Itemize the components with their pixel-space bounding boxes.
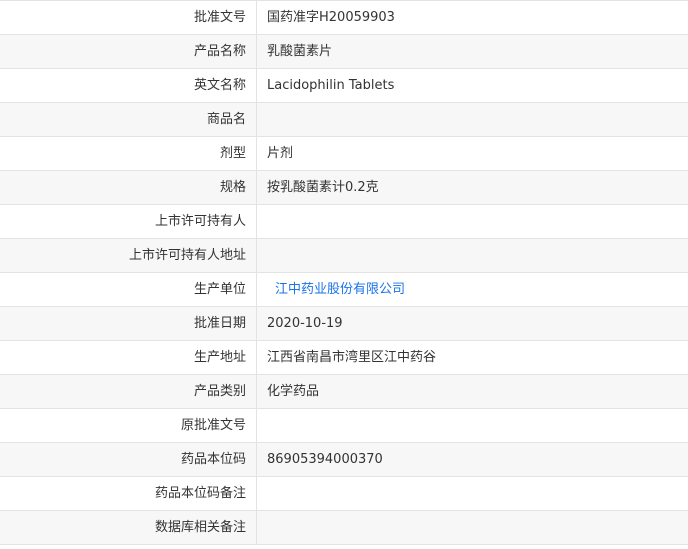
- value-mah-address: [257, 239, 688, 272]
- row-trade-name: 商品名: [0, 103, 688, 137]
- label-mah: 上市许可持有人: [0, 205, 257, 238]
- label-database-note: 数据库相关备注: [0, 511, 257, 544]
- value-specification: 按乳酸菌素计0.2克: [267, 180, 379, 195]
- label-dosage-form: 剂型: [0, 137, 257, 170]
- label-approval-date: 批准日期: [0, 307, 257, 340]
- row-approval-date: 批准日期 2020-10-19: [0, 307, 688, 341]
- manufacturer-link[interactable]: 江中药业股份有限公司: [267, 282, 405, 297]
- value-approval-number: 国药准字H20059903: [267, 10, 395, 25]
- value-drug-code: 86905394000370: [267, 452, 383, 467]
- label-trade-name: 商品名: [0, 103, 257, 136]
- label-original-approval-number: 原批准文号: [0, 409, 257, 442]
- label-mah-address: 上市许可持有人地址: [0, 239, 257, 272]
- value-approval-date: 2020-10-19: [267, 316, 343, 331]
- drug-info-table: 批准文号 国药准字H20059903 产品名称 乳酸菌素片 英文名称 Lacid…: [0, 0, 688, 545]
- label-approval-number: 批准文号: [0, 1, 257, 34]
- value-mah: [257, 205, 688, 238]
- label-drug-code-note: 药品本位码备注: [0, 477, 257, 510]
- label-specification: 规格: [0, 171, 257, 204]
- value-english-name: Lacidophilin Tablets: [267, 78, 395, 93]
- row-product-name: 产品名称 乳酸菌素片: [0, 35, 688, 69]
- value-production-address: 江西省南昌市湾里区江中药谷: [267, 350, 437, 365]
- row-specification: 规格 按乳酸菌素计0.2克: [0, 171, 688, 205]
- value-dosage-form: 片剂: [267, 146, 294, 161]
- value-drug-code-note: [257, 477, 688, 510]
- label-product-category: 产品类别: [0, 375, 257, 408]
- row-production-address: 生产地址 江西省南昌市湾里区江中药谷: [0, 341, 688, 375]
- row-mah-address: 上市许可持有人地址: [0, 239, 688, 273]
- label-english-name: 英文名称: [0, 69, 257, 102]
- row-manufacturer: 生产单位 江中药业股份有限公司: [0, 273, 688, 307]
- label-production-address: 生产地址: [0, 341, 257, 374]
- label-manufacturer: 生产单位: [0, 273, 257, 306]
- row-english-name: 英文名称 Lacidophilin Tablets: [0, 69, 688, 103]
- value-manufacturer: 江中药业股份有限公司: [257, 273, 688, 306]
- row-approval-number: 批准文号 国药准字H20059903: [0, 1, 688, 35]
- label-drug-code: 药品本位码: [0, 443, 257, 476]
- row-drug-code: 药品本位码 86905394000370: [0, 443, 688, 477]
- row-original-approval-number: 原批准文号: [0, 409, 688, 443]
- value-original-approval-number: [257, 409, 688, 442]
- label-product-name: 产品名称: [0, 35, 257, 68]
- row-database-note: 数据库相关备注: [0, 511, 688, 545]
- row-dosage-form: 剂型 片剂: [0, 137, 688, 171]
- row-product-category: 产品类别 化学药品: [0, 375, 688, 409]
- value-database-note: [257, 511, 688, 544]
- row-mah: 上市许可持有人: [0, 205, 688, 239]
- value-trade-name: [257, 103, 688, 136]
- value-product-name: 乳酸菌素片: [267, 44, 333, 59]
- row-drug-code-note: 药品本位码备注: [0, 477, 688, 511]
- value-product-category: 化学药品: [267, 384, 320, 399]
